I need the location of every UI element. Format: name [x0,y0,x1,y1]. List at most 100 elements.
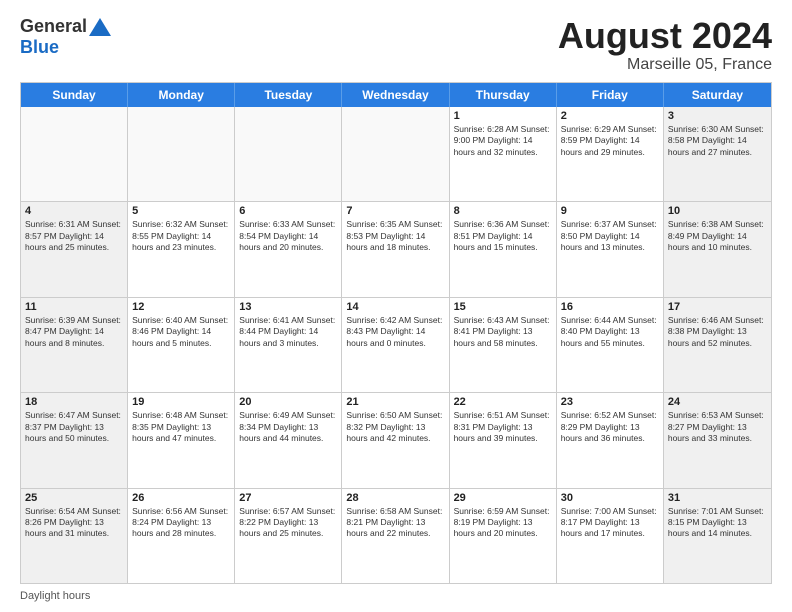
day-info: Sunrise: 6:40 AM Sunset: 8:46 PM Dayligh… [132,315,230,349]
day-info: Sunrise: 6:54 AM Sunset: 8:26 PM Dayligh… [25,506,123,540]
empty-cell [128,107,235,201]
day-cell-30: 30 Sunrise: 7:00 AM Sunset: 8:17 PM Dayli… [557,489,664,583]
day-info: Sunrise: 6:41 AM Sunset: 8:44 PM Dayligh… [239,315,337,349]
day-info: Sunrise: 6:33 AM Sunset: 8:54 PM Dayligh… [239,219,337,253]
day-number: 25 [25,492,123,504]
day-cell-17: 17Sunrise: 6:46 AM Sunset: 8:38 PM Dayli… [664,298,771,392]
page: General Blue August 2024 Marseille 05, F… [0,0,792,612]
day-info: Sunrise: 6:57 AM Sunset: 8:22 PM Dayligh… [239,506,337,540]
calendar-week-3: 11 Sunrise: 6:39 AM Sunset: 8:47 PM Dayli… [21,298,771,393]
day-info: Sunrise: 6:35 AM Sunset: 8:53 PM Dayligh… [346,219,444,253]
day-number: 1 [454,110,552,122]
logo-icon [89,18,111,36]
month-title: August 2024 [558,16,772,56]
calendar-week-2: 4Sunrise: 6:31 AM Sunset: 8:57 PM Daylig… [21,202,771,297]
day-info: Sunrise: 6:30 AM Sunset: 8:58 PM Dayligh… [668,124,767,158]
day-number: 18 [25,396,123,408]
day-cell-13: 13 Sunrise: 6:41 AM Sunset: 8:44 PM Dayli… [235,298,342,392]
header-day-monday: Monday [128,83,235,107]
day-info: Sunrise: 6:58 AM Sunset: 8:21 PM Dayligh… [346,506,444,540]
logo-blue-label: Blue [20,37,59,58]
day-number: 5 [132,205,230,217]
header-day-sunday: Sunday [21,83,128,107]
day-cell-11: 11 Sunrise: 6:39 AM Sunset: 8:47 PM Dayli… [21,298,128,392]
day-number: 7 [346,205,444,217]
day-info: Sunrise: 6:49 AM Sunset: 8:34 PM Dayligh… [239,410,337,444]
day-info: Sunrise: 6:51 AM Sunset: 8:31 PM Dayligh… [454,410,552,444]
day-info: Sunrise: 6:56 AM Sunset: 8:24 PM Dayligh… [132,506,230,540]
day-info: Sunrise: 6:48 AM Sunset: 8:35 PM Dayligh… [132,410,230,444]
day-info: Sunrise: 6:28 AM Sunset: 9:00 PM Dayligh… [454,124,552,158]
day-number: 26 [132,492,230,504]
day-info: Sunrise: 7:01 AM Sunset: 8:15 PM Dayligh… [668,506,767,540]
calendar: SundayMondayTuesdayWednesdayThursdayFrid… [20,82,772,584]
location: Marseille 05, France [558,56,772,74]
calendar-week-4: 18Sunrise: 6:47 AM Sunset: 8:37 PM Dayli… [21,393,771,488]
day-number: 13 [239,301,337,313]
day-cell-16: 16Sunrise: 6:44 AM Sunset: 8:40 PM Dayli… [557,298,664,392]
day-info: Sunrise: 6:29 AM Sunset: 8:59 PM Dayligh… [561,124,659,158]
day-cell-4: 4Sunrise: 6:31 AM Sunset: 8:57 PM Daylig… [21,202,128,296]
day-number: 8 [454,205,552,217]
day-number: 22 [454,396,552,408]
day-cell-26: 26 Sunrise: 6:56 AM Sunset: 8:24 PM Dayli… [128,489,235,583]
day-info: Sunrise: 6:53 AM Sunset: 8:27 PM Dayligh… [668,410,767,444]
day-cell-28: 28 Sunrise: 6:58 AM Sunset: 8:21 PM Dayli… [342,489,449,583]
day-info: Sunrise: 6:37 AM Sunset: 8:50 PM Dayligh… [561,219,659,253]
day-cell-2: 2 Sunrise: 6:29 AM Sunset: 8:59 PM Daylig… [557,107,664,201]
day-cell-22: 22 Sunrise: 6:51 AM Sunset: 8:31 PM Dayli… [450,393,557,487]
header-day-saturday: Saturday [664,83,771,107]
footer: Daylight hours [20,590,772,602]
header-day-tuesday: Tuesday [235,83,342,107]
day-number: 3 [668,110,767,122]
day-cell-6: 6 Sunrise: 6:33 AM Sunset: 8:54 PM Daylig… [235,202,342,296]
day-number: 24 [668,396,767,408]
empty-cell [21,107,128,201]
logo: General Blue [20,16,111,58]
day-number: 12 [132,301,230,313]
day-number: 16 [561,301,659,313]
day-info: Sunrise: 7:00 AM Sunset: 8:17 PM Dayligh… [561,506,659,540]
day-cell-15: 15Sunrise: 6:43 AM Sunset: 8:41 PM Dayli… [450,298,557,392]
calendar-week-5: 25 Sunrise: 6:54 AM Sunset: 8:26 PM Dayli… [21,489,771,583]
day-cell-19: 19Sunrise: 6:48 AM Sunset: 8:35 PM Dayli… [128,393,235,487]
day-number: 2 [561,110,659,122]
day-number: 28 [346,492,444,504]
day-number: 23 [561,396,659,408]
header: General Blue August 2024 Marseille 05, F… [20,16,772,74]
day-cell-18: 18Sunrise: 6:47 AM Sunset: 8:37 PM Dayli… [21,393,128,487]
day-cell-29: 29Sunrise: 6:59 AM Sunset: 8:19 PM Dayli… [450,489,557,583]
day-info: Sunrise: 6:52 AM Sunset: 8:29 PM Dayligh… [561,410,659,444]
day-cell-3: 3 Sunrise: 6:30 AM Sunset: 8:58 PM Daylig… [664,107,771,201]
day-cell-1: 1 Sunrise: 6:28 AM Sunset: 9:00 PM Daylig… [450,107,557,201]
logo-general: General [20,16,87,37]
day-number: 21 [346,396,444,408]
day-cell-21: 21Sunrise: 6:50 AM Sunset: 8:32 PM Dayli… [342,393,449,487]
day-cell-24: 24 Sunrise: 6:53 AM Sunset: 8:27 PM Dayli… [664,393,771,487]
day-info: Sunrise: 6:42 AM Sunset: 8:43 PM Dayligh… [346,315,444,349]
day-number: 14 [346,301,444,313]
day-number: 30 [561,492,659,504]
title-block: August 2024 Marseille 05, France [558,16,772,74]
header-day-thursday: Thursday [450,83,557,107]
day-cell-9: 9Sunrise: 6:37 AM Sunset: 8:50 PM Daylig… [557,202,664,296]
day-info: Sunrise: 6:36 AM Sunset: 8:51 PM Dayligh… [454,219,552,253]
day-number: 17 [668,301,767,313]
day-cell-20: 20 Sunrise: 6:49 AM Sunset: 8:34 PM Dayli… [235,393,342,487]
footer-label: Daylight hours [20,590,90,602]
header-day-wednesday: Wednesday [342,83,449,107]
day-number: 15 [454,301,552,313]
calendar-header: SundayMondayTuesdayWednesdayThursdayFrid… [21,83,771,107]
day-info: Sunrise: 6:38 AM Sunset: 8:49 PM Dayligh… [668,219,767,253]
day-info: Sunrise: 6:39 AM Sunset: 8:47 PM Dayligh… [25,315,123,349]
day-number: 4 [25,205,123,217]
day-cell-12: 12 Sunrise: 6:40 AM Sunset: 8:46 PM Dayli… [128,298,235,392]
day-cell-5: 5Sunrise: 6:32 AM Sunset: 8:55 PM Daylig… [128,202,235,296]
day-number: 20 [239,396,337,408]
day-number: 6 [239,205,337,217]
day-number: 29 [454,492,552,504]
day-cell-8: 8 Sunrise: 6:36 AM Sunset: 8:51 PM Daylig… [450,202,557,296]
calendar-body: 1 Sunrise: 6:28 AM Sunset: 9:00 PM Daylig… [21,107,771,583]
day-number: 11 [25,301,123,313]
day-number: 27 [239,492,337,504]
